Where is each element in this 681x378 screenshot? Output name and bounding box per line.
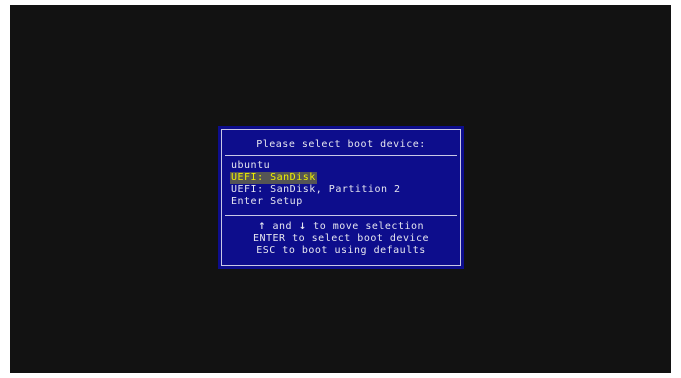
boot-device-dialog: Please select boot device: ubuntu UEFI: … — [218, 126, 464, 269]
help-divider — [225, 215, 457, 216]
help-text: ↑ and ↓ to move selection ENTER to selec… — [222, 221, 460, 257]
help-line-navigation: ↑ and ↓ to move selection — [222, 221, 460, 233]
bios-screen: Please select boot device: ubuntu UEFI: … — [10, 5, 671, 373]
up-arrow-icon: ↑ — [257, 222, 266, 232]
boot-option-uefi-sandisk-partition-2[interactable]: UEFI: SanDisk, Partition 2 — [230, 184, 402, 196]
help-and-text: and — [266, 221, 299, 232]
boot-device-list: ubuntu UEFI: SanDisk UEFI: SanDisk, Part… — [230, 160, 402, 208]
boot-option-uefi-sandisk[interactable]: UEFI: SanDisk — [230, 172, 317, 184]
boot-dialog-frame: Please select boot device: ubuntu UEFI: … — [221, 129, 461, 266]
boot-option-enter-setup[interactable]: Enter Setup — [230, 196, 304, 208]
dialog-title: Please select boot device: — [256, 139, 426, 150]
title-divider — [225, 155, 457, 156]
help-move-text: to move selection — [306, 221, 425, 232]
boot-option-ubuntu[interactable]: ubuntu — [230, 160, 271, 172]
help-line-esc: ESC to boot using defaults — [256, 245, 426, 256]
help-line-enter: ENTER to select boot device — [252, 233, 430, 244]
down-arrow-icon: ↓ — [298, 222, 307, 232]
